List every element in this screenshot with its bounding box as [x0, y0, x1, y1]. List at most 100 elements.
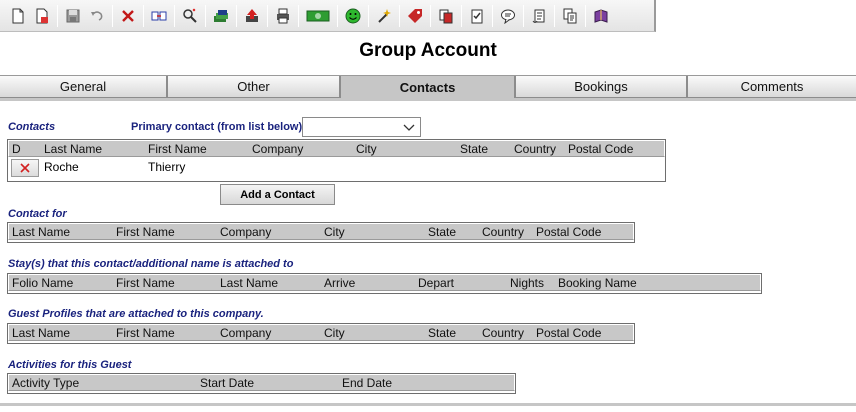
find-icon[interactable] — [180, 6, 200, 26]
tab-underline — [0, 98, 856, 101]
tab-bar: General Other Contacts Bookings Comments — [0, 75, 856, 99]
table-row[interactable]: Roche Thierry — [8, 157, 665, 179]
column-header: End Date — [342, 376, 393, 390]
column-header: Company — [220, 326, 272, 340]
column-header: Country — [482, 326, 525, 340]
column-header: State — [460, 142, 489, 156]
toolbar-separator — [430, 4, 431, 27]
column-header: Country — [514, 142, 557, 156]
column-header: Arrive — [324, 276, 356, 290]
print-icon[interactable] — [273, 6, 293, 26]
toolbar-separator — [112, 4, 113, 27]
pages-icon[interactable] — [560, 6, 580, 26]
column-header: Last Name — [12, 326, 71, 340]
toolbar-separator — [461, 4, 462, 27]
column-header: Last Name — [220, 276, 279, 290]
tab-bookings[interactable]: Bookings — [516, 76, 688, 98]
delete-contact-button[interactable] — [11, 159, 39, 177]
column-header: Postal Code — [536, 225, 602, 239]
toolbar — [0, 0, 656, 32]
save-icon[interactable] — [63, 6, 83, 26]
toolbar-separator — [368, 4, 369, 27]
column-header: Activity Type — [12, 376, 80, 390]
toolbar-separator — [337, 4, 338, 27]
book-icon[interactable] — [591, 6, 611, 26]
copy-icon[interactable] — [436, 6, 456, 26]
toolbar-separator — [236, 4, 237, 27]
toolbar-separator — [399, 4, 400, 27]
column-header: Country — [482, 225, 525, 239]
toolbar-separator — [267, 4, 268, 27]
guest-profiles-section-label: Guest Profiles that are attached to this… — [8, 308, 264, 320]
column-header: Company — [252, 142, 304, 156]
column-header: Depart — [418, 276, 455, 290]
guest-profiles-grid-header: Last Name First Name Company City State … — [8, 324, 634, 341]
tag-icon[interactable] — [405, 6, 425, 26]
column-header: State — [428, 225, 457, 239]
activities-grid: Activity Type Start Date End Date — [7, 373, 516, 394]
column-header: City — [324, 225, 345, 239]
column-header: Last Name — [44, 142, 103, 156]
column-header: Folio Name — [12, 276, 74, 290]
primary-contact-label: Primary contact (from list below) — [131, 121, 303, 133]
toolbar-separator — [554, 4, 555, 27]
column-header: State — [428, 326, 457, 340]
cell-first-name: Thierry — [148, 160, 186, 174]
column-header: First Name — [148, 142, 207, 156]
activities-section-label: Activities for this Guest — [8, 359, 132, 371]
column-header: Postal Code — [536, 326, 602, 340]
upload-icon[interactable] — [242, 6, 262, 26]
money-stack-icon[interactable] — [211, 6, 231, 26]
delete-icon[interactable] — [118, 6, 138, 26]
tab-contacts[interactable]: Contacts — [341, 76, 516, 99]
tab-comments[interactable]: Comments — [688, 76, 856, 98]
guest-profiles-grid: Last Name First Name Company City State … — [7, 323, 635, 344]
column-header: First Name — [116, 276, 175, 290]
stays-section-label: Stay(s) that this contact/additional nam… — [8, 258, 294, 270]
contacts-grid: D Last Name First Name Company City Stat… — [7, 139, 666, 182]
primary-contact-select[interactable] — [302, 117, 421, 137]
contact-for-grid: Last Name First Name Company City State … — [7, 222, 635, 243]
column-header: First Name — [116, 326, 175, 340]
delete-x-icon — [20, 163, 30, 173]
new-page-icon[interactable] — [32, 6, 52, 26]
toolbar-separator — [174, 4, 175, 27]
column-header: Booking Name — [558, 276, 637, 290]
column-header: City — [324, 326, 345, 340]
toolbar-separator — [523, 4, 524, 27]
toolbar-separator — [298, 4, 299, 27]
toolbar-separator — [585, 4, 586, 27]
activities-grid-header: Activity Type Start Date End Date — [8, 374, 515, 391]
cash-icon[interactable] — [304, 6, 332, 26]
new-icon[interactable] — [8, 6, 28, 26]
column-header: First Name — [116, 225, 175, 239]
column-header: City — [356, 142, 377, 156]
smile-icon[interactable] — [343, 6, 363, 26]
column-header: Last Name — [12, 225, 71, 239]
add-contact-button[interactable]: Add a Contact — [220, 184, 335, 205]
column-header: Start Date — [200, 376, 255, 390]
toolbar-separator — [205, 4, 206, 27]
toolbar-separator — [143, 4, 144, 27]
stays-grid: Folio Name First Name Last Name Arrive D… — [7, 273, 762, 294]
checklist-icon[interactable] — [467, 6, 487, 26]
contacts-grid-header: D Last Name First Name Company City Stat… — [8, 140, 665, 157]
contact-for-grid-header: Last Name First Name Company City State … — [8, 223, 634, 240]
chevron-down-icon — [403, 124, 415, 131]
toolbar-separator — [57, 4, 58, 27]
wand-icon[interactable] — [374, 6, 394, 26]
contacts-section-label: Contacts — [8, 121, 56, 133]
toolbar-separator — [492, 4, 493, 27]
tab-general[interactable]: General — [0, 76, 168, 98]
column-header: Company — [220, 225, 272, 239]
column-header: Postal Code — [568, 142, 634, 156]
undo-icon[interactable] — [87, 6, 107, 26]
column-header: Nights — [510, 276, 545, 290]
scroll-icon[interactable] — [529, 6, 549, 26]
stays-grid-header: Folio Name First Name Last Name Arrive D… — [8, 274, 761, 291]
tab-other[interactable]: Other — [168, 76, 341, 98]
bottom-divider — [0, 403, 856, 406]
transfer-icon[interactable] — [149, 6, 169, 26]
chat-icon[interactable] — [498, 6, 518, 26]
column-header: D — [12, 142, 21, 156]
